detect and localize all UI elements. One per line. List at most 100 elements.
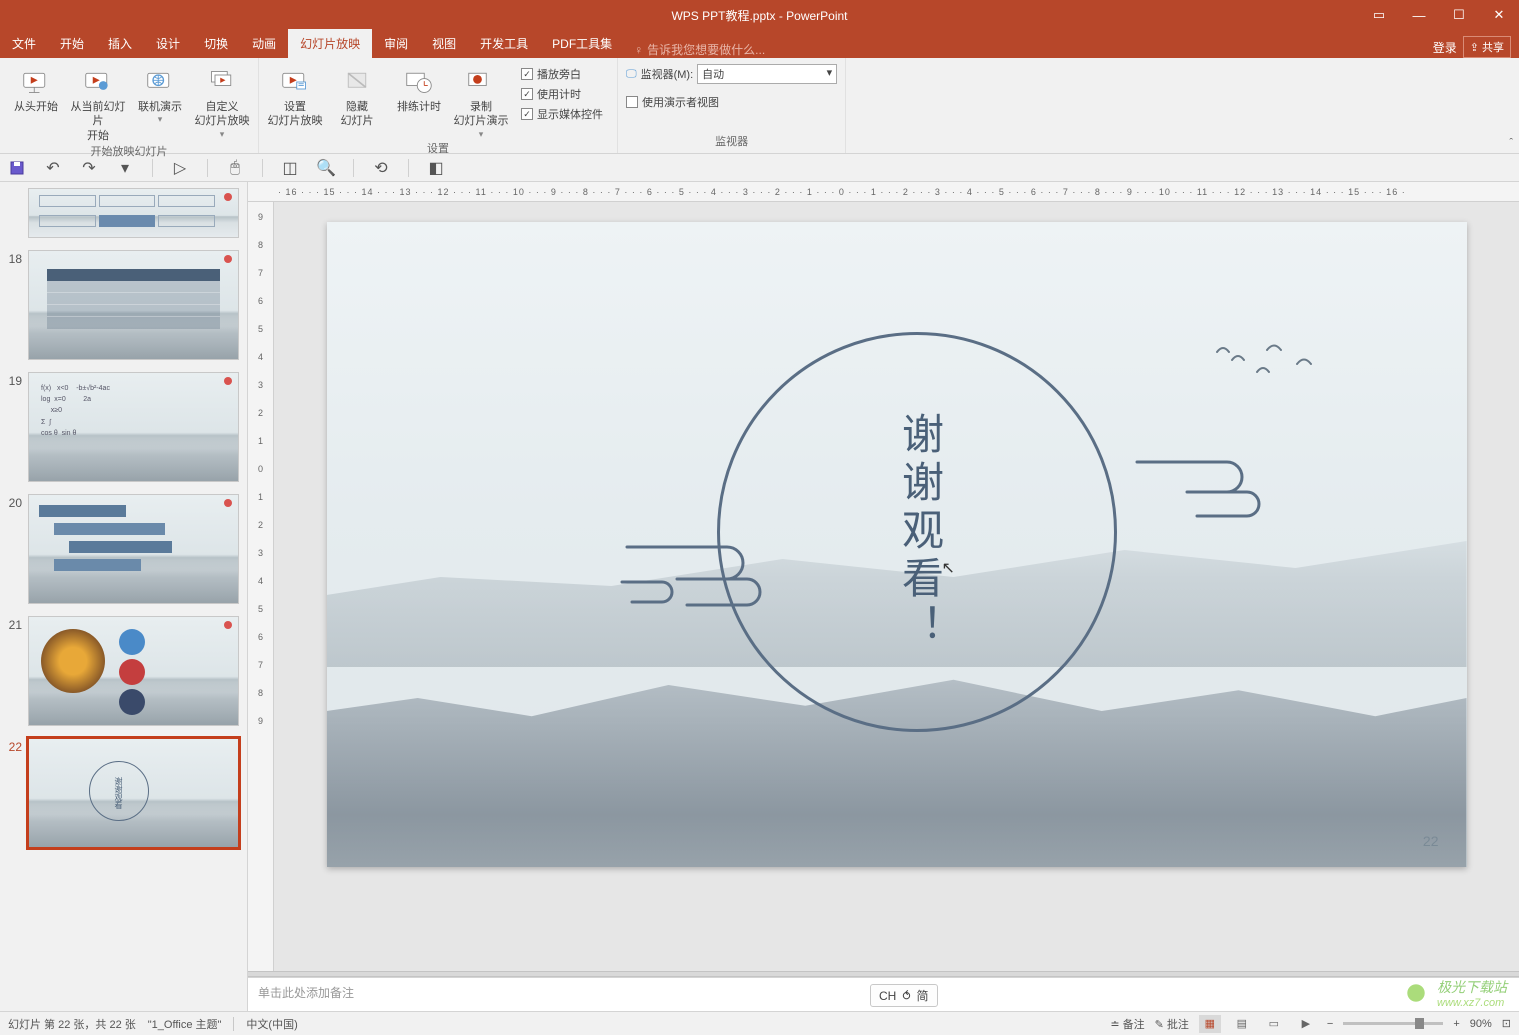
notes-placeholder: 单击此处添加备注 <box>258 986 354 1000</box>
quick-access-toolbar: ↶ ↷ ▾ ▷ 🖱 ◫ 🔍 ⟲ ◧ <box>0 154 1519 182</box>
presenter-view-checkbox[interactable]: 使用演示者视图 <box>626 94 719 110</box>
play-narrations-checkbox[interactable]: ✓ 播放旁白 <box>521 66 603 82</box>
vertical-ruler[interactable]: 9876543210123456789 <box>248 202 274 971</box>
slideshow-view-button[interactable]: ▶ <box>1295 1015 1317 1033</box>
status-bar: 幻灯片 第 22 张，共 22 张 "1_Office 主题" 中文(中国) ≐… <box>0 1011 1519 1035</box>
maximize-button[interactable]: ☐ <box>1439 0 1479 30</box>
qat-tool-3[interactable]: ⟲ <box>372 159 390 177</box>
cloud-decoration-left <box>607 532 777 617</box>
setup-slideshow-button[interactable]: 设置 幻灯片放映 <box>267 62 323 129</box>
tab-transition[interactable]: 切换 <box>192 29 240 58</box>
mouse-mode-button[interactable]: 🖱 <box>226 159 244 177</box>
notes-toggle[interactable]: ≐ 备注 <box>1110 1016 1144 1032</box>
play-from-current-icon <box>82 66 114 98</box>
ribbon-group-start: 从头开始 从当前幻灯片 开始 联机演示 ▾ 自定义 幻灯片放映 <box>0 58 259 153</box>
birds-decoration <box>1207 342 1347 407</box>
use-timings-checkbox[interactable]: ✓ 使用计时 <box>521 86 603 102</box>
slide-counter[interactable]: 幻灯片 第 22 张，共 22 张 <box>8 1016 136 1032</box>
normal-view-button[interactable]: ▦ <box>1199 1015 1221 1033</box>
slide-title-text[interactable]: 谢谢观看！ <box>887 412 950 652</box>
tell-me-search[interactable]: ♀ 告诉我您想要做什么... <box>634 41 765 58</box>
start-slideshow-button[interactable]: ▷ <box>171 159 189 177</box>
ribbon-group-monitor: 🖵 监视器(M): 自动 ▾ 使用演示者视图 监视器 <box>618 58 846 153</box>
reading-view-button[interactable]: ▭ <box>1263 1015 1285 1033</box>
from-current-button[interactable]: 从当前幻灯片 开始 <box>70 62 126 143</box>
login-link[interactable]: 登录 <box>1433 39 1457 56</box>
checkbox-unchecked-icon <box>626 96 638 108</box>
cursor-icon: ↖ <box>942 558 955 578</box>
menu-tabs: 文件 开始 插入 设计 切换 动画 幻灯片放映 审阅 视图 开发工具 PDF工具… <box>0 30 1519 58</box>
tab-design[interactable]: 设计 <box>144 29 192 58</box>
ime-icon: ⥀ <box>902 989 910 1003</box>
qat-tool-4[interactable]: ◧ <box>427 159 445 177</box>
share-button[interactable]: ⇪ 共享 <box>1463 36 1511 58</box>
tab-pdf[interactable]: PDF工具集 <box>540 29 624 58</box>
chevron-down-icon: ▾ <box>220 129 225 140</box>
language-status[interactable]: 中文(中国) <box>246 1016 297 1032</box>
record-slideshow-button[interactable]: 录制 幻灯片演示 ▾ <box>453 62 509 140</box>
tab-slideshow[interactable]: 幻灯片放映 <box>288 29 372 58</box>
tab-animation[interactable]: 动画 <box>240 29 288 58</box>
qat-customize-button[interactable]: ▾ <box>116 159 134 177</box>
tab-insert[interactable]: 插入 <box>96 29 144 58</box>
monitor-select[interactable]: 自动 ▾ <box>697 64 837 84</box>
record-icon <box>465 66 497 98</box>
zoom-level[interactable]: 90% <box>1470 1018 1492 1030</box>
from-beginning-button[interactable]: 从头开始 <box>8 62 64 114</box>
thumbnail-17[interactable] <box>0 182 247 244</box>
share-icon: ⇪ <box>1470 42 1479 54</box>
checkbox-checked-icon: ✓ <box>521 88 533 100</box>
chevron-down-icon: ▾ <box>158 114 163 125</box>
tab-file[interactable]: 文件 <box>0 29 48 58</box>
checkbox-checked-icon: ✓ <box>521 108 533 120</box>
watermark: 极光下载站 www.xz7.com <box>1401 977 1507 1009</box>
play-from-start-icon <box>20 66 52 98</box>
thumbnail-20[interactable]: 20 <box>0 488 247 610</box>
redo-button[interactable]: ↷ <box>80 159 98 177</box>
checkbox-checked-icon: ✓ <box>521 68 533 80</box>
slide-editor: · 16 · · · 15 · · · 14 · · · 13 · · · 12… <box>248 182 1519 1011</box>
rehearse-timings-button[interactable]: 排练计时 <box>391 62 447 114</box>
tab-devtools[interactable]: 开发工具 <box>468 29 540 58</box>
theme-name: "1_Office 主题" <box>148 1016 222 1032</box>
thumbnail-21[interactable]: 21 <box>0 610 247 732</box>
qat-tool-1[interactable]: ◫ <box>281 159 299 177</box>
ime-indicator[interactable]: CH ⥀ 简 <box>870 984 938 1007</box>
window-title: WPS PPT教程.pptx - PowerPoint <box>671 7 847 24</box>
thumbnail-18[interactable]: 18 <box>0 244 247 366</box>
custom-slideshow-button[interactable]: 自定义 幻灯片放映 ▾ <box>194 62 250 140</box>
tab-review[interactable]: 审阅 <box>372 29 420 58</box>
main-area: 18 19 f(x) x<0 -b±√b²-4aclog x=0 2a x≥0Σ… <box>0 182 1519 1011</box>
fit-to-window-button[interactable]: ⊡ <box>1502 1017 1511 1030</box>
close-button[interactable]: ✕ <box>1479 0 1519 30</box>
chevron-down-icon: ▾ <box>479 129 484 140</box>
qat-tool-2[interactable]: 🔍 <box>317 159 335 177</box>
watermark-logo-icon <box>1401 978 1431 1008</box>
collapse-ribbon-button[interactable]: ˆ <box>1509 137 1513 149</box>
undo-button[interactable]: ↶ <box>44 159 62 177</box>
slide-canvas-area[interactable]: 谢谢观看！ ↖ 22 <box>274 202 1519 971</box>
zoom-in-button[interactable]: + <box>1453 1018 1459 1030</box>
thumbnail-panel[interactable]: 18 19 f(x) x<0 -b±√b²-4aclog x=0 2a x≥0Σ… <box>0 182 248 1011</box>
minimize-button[interactable]: — <box>1399 0 1439 30</box>
slide-sorter-view-button[interactable]: ▤ <box>1231 1015 1253 1033</box>
title-bar: WPS PPT教程.pptx - PowerPoint ▭ — ☐ ✕ <box>0 0 1519 30</box>
zoom-out-button[interactable]: − <box>1327 1018 1333 1030</box>
custom-slideshow-icon <box>206 66 238 98</box>
comments-toggle[interactable]: ✎ 批注 <box>1155 1016 1189 1032</box>
tab-home[interactable]: 开始 <box>48 29 96 58</box>
tab-view[interactable]: 视图 <box>420 29 468 58</box>
horizontal-ruler[interactable]: · 16 · · · 15 · · · 14 · · · 13 · · · 12… <box>248 182 1519 202</box>
present-online-button[interactable]: 联机演示 ▾ <box>132 62 188 125</box>
ribbon: 从头开始 从当前幻灯片 开始 联机演示 ▾ 自定义 幻灯片放映 <box>0 58 1519 154</box>
thumbnail-22[interactable]: 22 谢谢观看 <box>0 732 247 854</box>
slide-number: 22 <box>1423 833 1439 849</box>
ribbon-options-icon[interactable]: ▭ <box>1359 0 1399 30</box>
thumbnail-19[interactable]: 19 f(x) x<0 -b±√b²-4aclog x=0 2a x≥0Σ ∫c… <box>0 366 247 488</box>
zoom-slider[interactable] <box>1343 1022 1443 1025</box>
slide[interactable]: 谢谢观看！ ↖ 22 <box>327 222 1467 867</box>
clock-icon <box>403 66 435 98</box>
save-button[interactable] <box>8 159 26 177</box>
hide-slide-button[interactable]: 隐藏 幻灯片 <box>329 62 385 129</box>
show-media-controls-checkbox[interactable]: ✓ 显示媒体控件 <box>521 106 603 122</box>
